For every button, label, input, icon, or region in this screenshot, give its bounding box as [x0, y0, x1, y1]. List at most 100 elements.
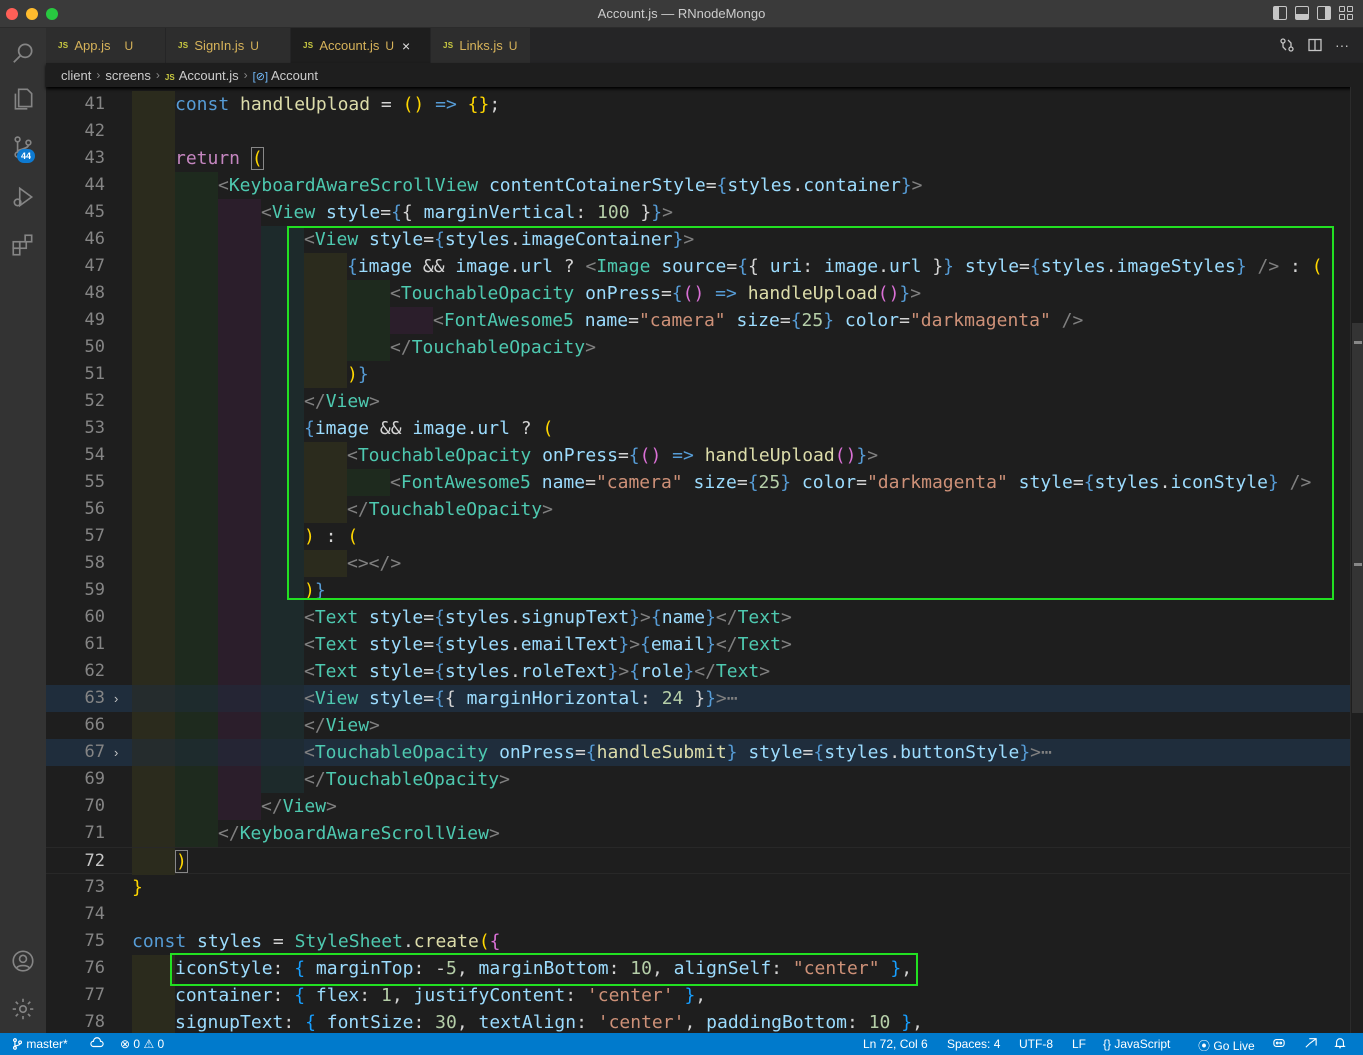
encoding-status[interactable]: UTF-8	[1019, 1037, 1053, 1051]
line-number: 42	[84, 121, 105, 141]
line-number: 53	[84, 418, 105, 438]
code-line[interactable]: 51 )}	[46, 361, 1350, 388]
code-line[interactable]: 55 <FontAwesome5 name="camera" size={25}…	[46, 469, 1350, 496]
toggle-primary-sidebar-icon[interactable]	[1273, 6, 1287, 20]
search-icon[interactable]	[0, 30, 46, 76]
folded-ellipsis[interactable]: ⋯	[1041, 742, 1052, 763]
code-line[interactable]: 59 )}	[46, 577, 1350, 604]
chevron-right-icon: ›	[96, 68, 101, 82]
code-line-current[interactable]: 72 )	[46, 847, 1350, 875]
code-line[interactable]: 78 signupText: { fontSize: 30, textAlign…	[46, 1009, 1350, 1033]
code-line[interactable]: 77 container: { flex: 1, justifyContent:…	[46, 982, 1350, 1009]
feedback-icon[interactable]	[1304, 1037, 1318, 1052]
line-number: 73	[84, 877, 105, 897]
source-control-icon[interactable]	[0, 124, 46, 170]
line-number: 50	[84, 337, 105, 357]
code-line[interactable]: 54 <TouchableOpacity onPress={() => hand…	[46, 442, 1350, 469]
line-number: 46	[84, 229, 105, 249]
tab-account-js[interactable]: JS Account.js U ×	[291, 28, 431, 63]
more-actions-icon[interactable]: ···	[1335, 37, 1349, 53]
code-line[interactable]: 75 const styles = StyleSheet.create({	[46, 928, 1350, 955]
code-line[interactable]: 60 <Text style={styles.signupText}>{name…	[46, 604, 1350, 631]
code-line[interactable]: 58 <></>	[46, 550, 1350, 577]
code-line[interactable]: 52 </View>	[46, 388, 1350, 415]
code-line[interactable]: 53 {image && image.url ? (	[46, 415, 1350, 442]
vertical-scrollbar[interactable]	[1350, 87, 1363, 1033]
line-number: 76	[84, 958, 105, 978]
problems-status[interactable]: ⊗ 0 ⚠ 0	[120, 1037, 164, 1051]
line-number: 48	[84, 283, 105, 303]
code-editor[interactable]: 41 const handleUpload = () => {}; 42 43 …	[46, 91, 1350, 1033]
code-line[interactable]: 61 <Text style={styles.emailText}>{email…	[46, 631, 1350, 658]
code-line[interactable]: 74	[46, 901, 1350, 928]
code-line[interactable]: 66 </View>	[46, 712, 1350, 739]
accounts-icon[interactable]	[0, 938, 46, 984]
toggle-secondary-sidebar-icon[interactable]	[1317, 6, 1331, 20]
line-number: 59	[84, 580, 105, 600]
breadcrumb-symbol[interactable]: [⊘] Account	[253, 68, 318, 83]
language-mode[interactable]: {} JavaScript	[1103, 1037, 1170, 1051]
line-number: 61	[84, 634, 105, 654]
code-line[interactable]: 69 </TouchableOpacity>	[46, 766, 1350, 793]
line-number: 55	[84, 472, 105, 492]
split-editor-icon[interactable]	[1307, 37, 1323, 53]
code-line[interactable]: 46 <View style={styles.imageContainer}>	[46, 226, 1350, 253]
language-label: JavaScript	[1114, 1037, 1171, 1051]
code-line[interactable]: 62 <Text style={styles.roleText}>{role}<…	[46, 658, 1350, 685]
code-line[interactable]: 47 {image && image.url ? <Image source={…	[46, 253, 1350, 280]
code-line-folded[interactable]: 63 › <View style={{ marginHorizontal: 24…	[46, 685, 1350, 712]
code-line[interactable]: 48 <TouchableOpacity onPress={() => hand…	[46, 280, 1350, 307]
extensions-icon[interactable]	[0, 222, 46, 268]
tab-app-js[interactable]: JS App.js U	[46, 28, 166, 63]
broadcast-icon: ⦿	[1198, 1039, 1211, 1053]
code-line[interactable]: 70 </View>	[46, 793, 1350, 820]
toggle-panel-icon[interactable]	[1295, 6, 1309, 20]
sync-icon[interactable]	[90, 1037, 104, 1052]
folded-ellipsis[interactable]: ⋯	[727, 688, 738, 709]
line-number: 63	[84, 688, 105, 708]
braces-icon: {}	[1103, 1037, 1112, 1051]
breadcrumb-screens[interactable]: screens	[105, 68, 151, 83]
fold-chevron-icon[interactable]: ›	[114, 685, 118, 712]
code-line[interactable]: 73 }	[46, 874, 1350, 901]
code-line[interactable]: 49 <FontAwesome5 name="camera" size={25}…	[46, 307, 1350, 334]
breadcrumb-client[interactable]: client	[61, 68, 91, 83]
breadcrumb-file[interactable]: JS Account.js	[165, 68, 239, 83]
code-line[interactable]: 42	[46, 118, 1350, 145]
code-line[interactable]: 71 </KeyboardAwareScrollView>	[46, 820, 1350, 847]
line-number: 69	[84, 769, 105, 789]
scrollbar-thumb[interactable]	[1352, 323, 1363, 713]
line-number: 60	[84, 607, 105, 627]
indentation-status[interactable]: Spaces: 4	[947, 1037, 1000, 1051]
code-line[interactable]: 76 iconStyle: { marginTop: -5, marginBot…	[46, 955, 1350, 982]
tab-label: SignIn.js	[194, 38, 245, 53]
error-icon: ⊗	[120, 1037, 131, 1051]
copilot-icon[interactable]	[1272, 1037, 1286, 1052]
untracked-indicator: U	[385, 38, 395, 53]
fold-chevron-icon[interactable]: ›	[114, 739, 118, 766]
cursor-position[interactable]: Ln 72, Col 6	[863, 1037, 928, 1051]
code-line-folded[interactable]: 67 › <TouchableOpacity onPress={handleSu…	[46, 739, 1350, 766]
code-line[interactable]: 50 </TouchableOpacity>	[46, 334, 1350, 361]
code-line[interactable]: 57 ) : (	[46, 523, 1350, 550]
warning-icon: ⚠	[143, 1037, 155, 1051]
go-live-button[interactable]: ⦿ Go Live	[1198, 1037, 1255, 1054]
branch-status[interactable]: master*	[12, 1037, 68, 1051]
code-line[interactable]: 41 const handleUpload = () => {};	[46, 91, 1350, 118]
line-number: 44	[84, 175, 105, 195]
close-tab-icon[interactable]: ×	[402, 38, 410, 54]
code-line[interactable]: 45 <View style={{ marginVertical: 100 }}…	[46, 199, 1350, 226]
chevron-right-icon: ›	[155, 68, 160, 82]
tab-links-js[interactable]: JS Links.js U	[431, 28, 531, 63]
run-debug-icon[interactable]	[0, 174, 46, 220]
manage-gear-icon[interactable]	[0, 986, 46, 1032]
open-changes-icon[interactable]	[1279, 37, 1295, 53]
customize-layout-icon[interactable]	[1339, 6, 1353, 20]
explorer-files-icon[interactable]	[0, 76, 46, 122]
code-line[interactable]: 44 <KeyboardAwareScrollView contentCotai…	[46, 172, 1350, 199]
notifications-bell-icon[interactable]	[1334, 1037, 1346, 1052]
code-line[interactable]: 43 return (	[46, 145, 1350, 172]
tab-signin-js[interactable]: JS SignIn.js U	[166, 28, 291, 63]
eol-status[interactable]: LF	[1072, 1037, 1086, 1051]
code-line[interactable]: 56 </TouchableOpacity>	[46, 496, 1350, 523]
